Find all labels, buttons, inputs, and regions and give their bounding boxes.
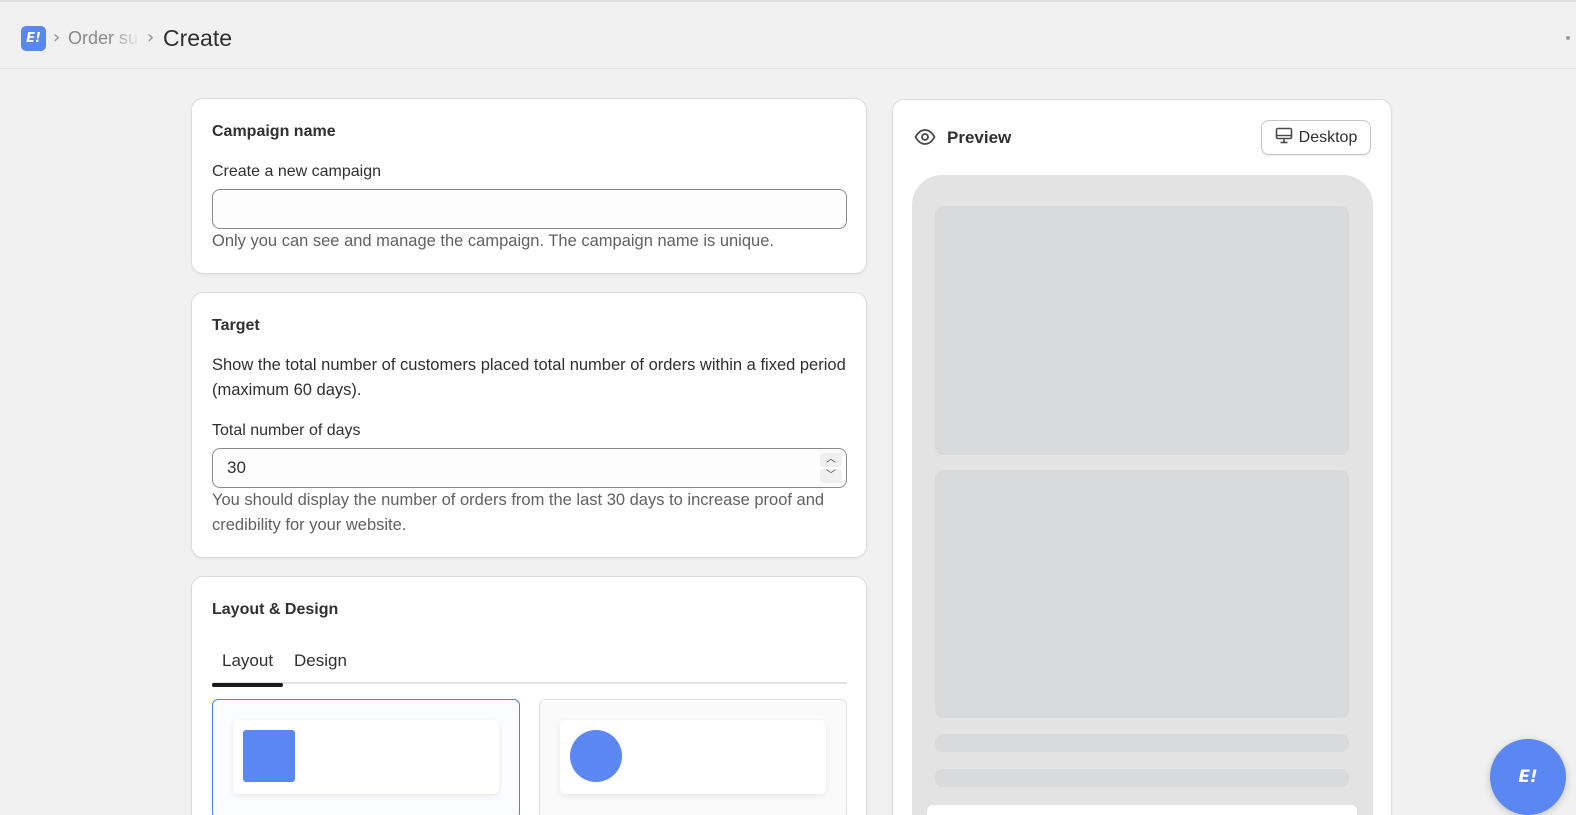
skeleton-line [935,734,1349,752]
monitor-icon [1275,127,1293,149]
campaign-name-card: Campaign name Create a new campaign Only… [191,98,867,274]
preview-card: Preview Desktop [892,99,1392,815]
more-actions-icon[interactable] [1566,36,1570,40]
skeleton-line [935,769,1349,787]
device-toggle-label: Desktop [1298,128,1358,146]
tab-design[interactable]: Design [284,650,357,684]
layout-option-preview [233,720,499,794]
layout-design-tabs: Layout Design [212,650,847,687]
tab-layout[interactable]: Layout [212,650,284,687]
target-card: Target Show the total number of customer… [191,292,867,558]
layout-design-card: Layout & Design Layout Design [191,576,867,815]
total-days-label: Total number of days [212,422,361,439]
page-title: Create [163,25,233,51]
preview-title: Preview [947,128,1012,147]
eye-icon [914,128,936,151]
device-toggle-button[interactable]: Desktop [1261,120,1371,155]
campaign-name-input[interactable] [212,189,847,229]
layout-option-circle[interactable] [539,699,847,815]
breadcrumb-separator-icon: › [147,27,155,48]
preview-device-frame [912,175,1373,815]
skeleton-block [935,206,1349,455]
chat-launcher-button[interactable]: E! [1490,739,1566,815]
campaign-name-title: Campaign name [212,123,336,140]
campaign-name-label: Create a new campaign [212,163,381,180]
square-thumbnail [243,730,295,782]
notification-preview-popup [927,805,1357,815]
total-days-input[interactable]: 30 ︿ ﹀ [212,448,847,488]
layout-design-title: Layout & Design [212,601,339,618]
chevron-down-icon[interactable]: ﹀ [820,469,842,483]
top-bar: E! › Order su › Create [0,0,1576,69]
quantity-stepper[interactable]: ︿ ﹀ [820,453,842,483]
layout-option-square[interactable] [212,699,520,815]
breadcrumb-separator-icon: › [53,27,61,48]
chevron-up-icon[interactable]: ︿ [820,453,842,467]
target-description: Show the total number of customers place… [212,356,846,399]
app-logo[interactable]: E! [21,26,46,51]
campaign-name-help: Only you can see and manage the campaign… [212,232,774,250]
circle-thumbnail [570,730,622,782]
layout-option-preview [560,720,826,794]
total-days-help: You should display the number of orders … [212,491,825,534]
target-title: Target [212,317,260,334]
skeleton-block [935,470,1349,718]
total-days-value: 30 [227,458,246,477]
breadcrumb-parent-link[interactable]: Order su [68,28,140,49]
